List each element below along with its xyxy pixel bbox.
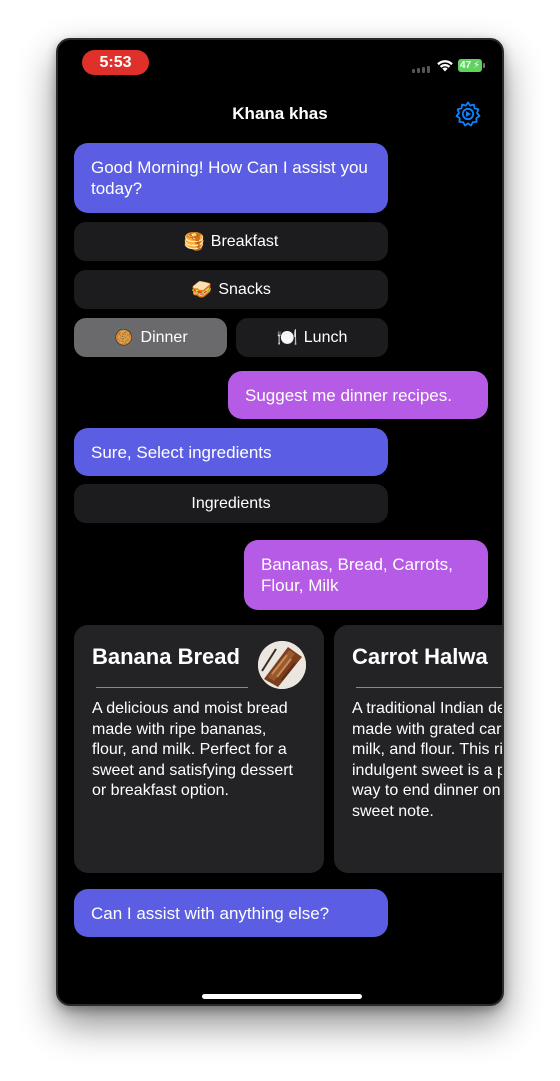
banana-bread-photo bbox=[258, 641, 306, 689]
bot-closing-bubble: Can I assist with anything else? bbox=[74, 889, 388, 937]
dinner-option-button[interactable]: 🥘 Dinner bbox=[74, 318, 227, 357]
snacks-option-button[interactable]: 🥪 Snacks bbox=[74, 270, 388, 309]
plate-cutlery-icon: 🍽️ bbox=[276, 327, 298, 347]
phone-screen: 5:53 47 ⚡ Khana khas Good Morning! How C… bbox=[56, 38, 504, 1006]
recipe-title: Carrot Halwa bbox=[352, 644, 488, 669]
pot-of-food-icon: 🥘 bbox=[113, 327, 135, 347]
user-ingredients-text: Bananas, Bread, Carrots, Flour, Milk bbox=[261, 555, 453, 595]
recipe-description: A traditional Indian dessert made with g… bbox=[352, 700, 504, 820]
dinner-option-label: Dinner bbox=[140, 328, 188, 346]
title-divider bbox=[356, 687, 502, 688]
lunch-option-label: Lunch bbox=[303, 328, 348, 346]
pancakes-icon: 🥞 bbox=[183, 231, 205, 251]
bot-select-bubble: Sure, Select ingredients bbox=[74, 428, 388, 476]
bot-greeting-text: Good Morning! How Can I assist you today… bbox=[91, 158, 368, 198]
sandwich-icon: 🥪 bbox=[191, 279, 213, 299]
bot-closing-text: Can I assist with anything else? bbox=[91, 903, 330, 923]
wifi-icon bbox=[437, 60, 453, 72]
user-ingredients-bubble: Bananas, Bread, Carrots, Flour, Milk bbox=[244, 540, 488, 610]
snacks-option-label: Snacks bbox=[218, 280, 271, 298]
home-indicator[interactable] bbox=[202, 994, 362, 999]
bot-select-text: Sure, Select ingredients bbox=[91, 442, 272, 462]
battery-level: 47 bbox=[460, 60, 472, 71]
page-title: Khana khas bbox=[232, 104, 328, 123]
recipe-card-carrot-halwa[interactable]: Carrot Halwa A traditional Indian desser… bbox=[334, 625, 504, 873]
recipe-description: A delicious and moist bread made with ri… bbox=[92, 700, 293, 799]
lunch-option-button[interactable]: 🍽️ Lunch bbox=[236, 318, 388, 357]
bot-greeting-bubble: Good Morning! How Can I assist you today… bbox=[74, 143, 388, 213]
status-time: 5:53 bbox=[82, 50, 149, 75]
ingredients-button[interactable]: Ingredients bbox=[74, 484, 388, 523]
breakfast-option-button[interactable]: 🥞 Breakfast bbox=[74, 222, 388, 261]
battery-icon: 47 ⚡ bbox=[458, 59, 485, 72]
user-request-bubble: Suggest me dinner recipes. bbox=[228, 371, 488, 419]
breakfast-option-label: Breakfast bbox=[210, 232, 279, 250]
ingredients-button-label: Ingredients bbox=[191, 494, 271, 512]
cellular-signal-icon bbox=[412, 66, 430, 73]
recipe-card-banana-bread[interactable]: Banana Bread A delicious and moist bread… bbox=[74, 625, 324, 873]
user-request-text: Suggest me dinner recipes. bbox=[245, 385, 452, 405]
charging-bolt-icon: ⚡ bbox=[472, 60, 480, 71]
title-divider bbox=[96, 687, 248, 688]
gear-icon[interactable] bbox=[455, 101, 481, 127]
